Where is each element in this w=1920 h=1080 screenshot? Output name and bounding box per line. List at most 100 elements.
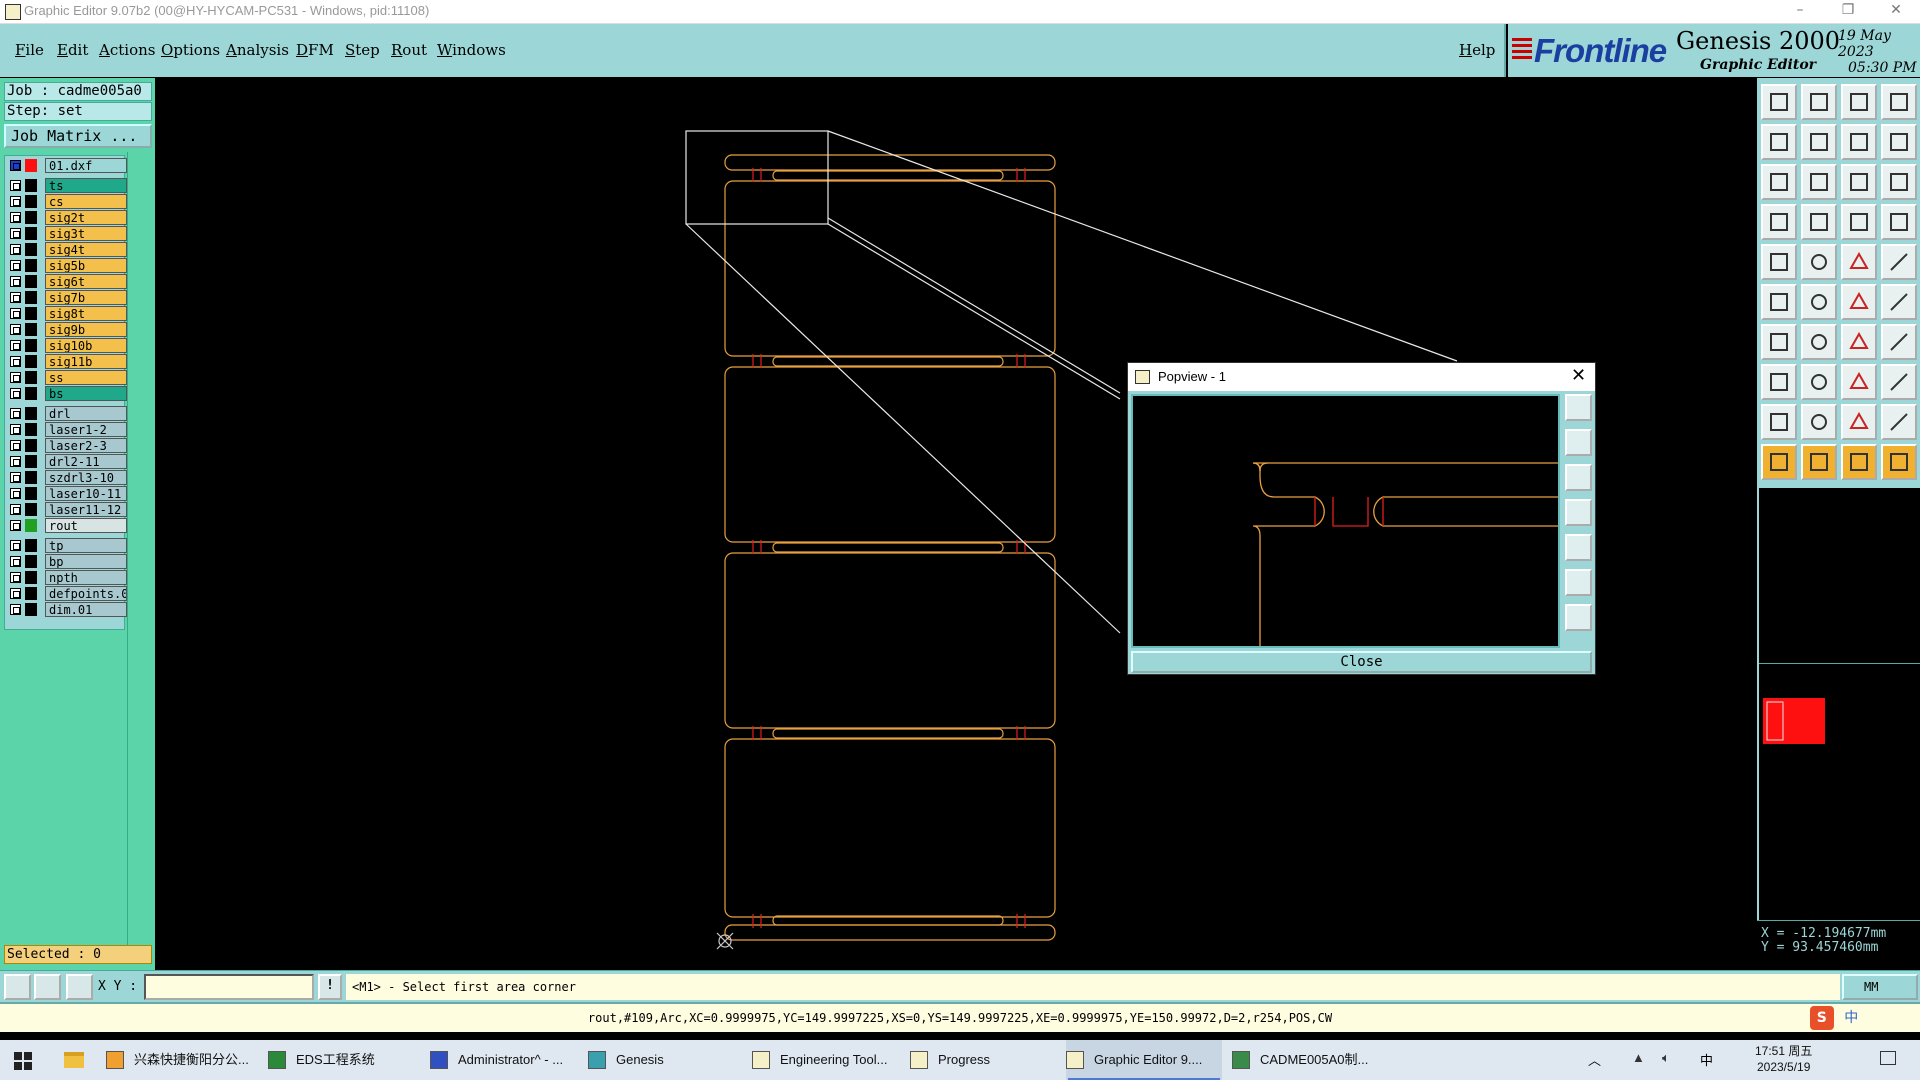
- layer-name[interactable]: sig5b: [45, 258, 127, 273]
- layer-row[interactable]: laser2-3: [7, 438, 127, 453]
- layer-edit-icon[interactable]: [1881, 204, 1917, 240]
- layer-checkbox[interactable]: [10, 472, 21, 483]
- layer-checkbox[interactable]: [10, 340, 21, 351]
- layer-row[interactable]: sig5b: [7, 258, 127, 273]
- layer-name[interactable]: sig8t: [45, 306, 127, 321]
- layer-color-swatch[interactable]: [25, 503, 37, 516]
- tray-lang-indicator[interactable]: 中: [1700, 1050, 1713, 1069]
- layer-name[interactable]: cs: [45, 194, 127, 209]
- line-icon[interactable]: [1801, 244, 1837, 280]
- popview-close-icon[interactable]: ✕: [1571, 365, 1586, 386]
- add-pad-icon[interactable]: [1761, 364, 1797, 400]
- layer-name[interactable]: sig4t: [45, 242, 127, 257]
- restore-button[interactable]: ❐: [1828, 2, 1868, 22]
- layer-color-swatch[interactable]: [25, 307, 37, 320]
- layer-color-swatch[interactable]: [25, 587, 37, 600]
- layer-checkbox[interactable]: [10, 292, 21, 303]
- layer-name[interactable]: tp: [45, 538, 127, 553]
- popview-pan-right-icon[interactable]: [1565, 534, 1592, 561]
- menu-help[interactable]: Help: [1459, 41, 1495, 59]
- layer-name[interactable]: sig6t: [45, 274, 127, 289]
- home-icon[interactable]: [1841, 84, 1877, 120]
- layer-row[interactable]: bs: [7, 386, 127, 401]
- layer-row[interactable]: cs: [7, 194, 127, 209]
- layer-name[interactable]: defpoints.01: [45, 586, 127, 601]
- layer-checkbox[interactable]: [10, 504, 21, 515]
- layer-row[interactable]: 01.dxf: [7, 158, 127, 173]
- layer-row[interactable]: laser11-12: [7, 502, 127, 517]
- menu-options[interactable]: Options: [161, 41, 220, 59]
- save-icon[interactable]: [1801, 84, 1837, 120]
- layer-color-swatch[interactable]: [25, 407, 37, 420]
- layer-checkbox[interactable]: [10, 324, 21, 335]
- arc2-icon[interactable]: [1881, 284, 1917, 320]
- draw-line-icon[interactable]: [1761, 324, 1797, 360]
- layer-color-swatch[interactable]: [25, 455, 37, 468]
- layer-name[interactable]: drl: [45, 406, 127, 421]
- popview-canvas[interactable]: [1131, 394, 1560, 648]
- layer-color-swatch[interactable]: [25, 179, 37, 192]
- undo-icon[interactable]: [1761, 124, 1797, 160]
- units-dropdown[interactable]: MM: [1842, 974, 1918, 1000]
- layer-stack-icon[interactable]: [1841, 204, 1877, 240]
- layer-row[interactable]: ts: [7, 178, 127, 193]
- tray-up-arrow-icon[interactable]: ︿: [1588, 1050, 1601, 1069]
- layer-row[interactable]: ss: [7, 370, 127, 385]
- layer-row[interactable]: bp: [7, 554, 127, 569]
- arc-icon[interactable]: [1841, 284, 1877, 320]
- layer-name[interactable]: dim.01: [45, 602, 127, 617]
- layer-color-swatch[interactable]: [25, 519, 37, 532]
- popview-pan-left-icon[interactable]: [1565, 499, 1592, 526]
- layer-row[interactable]: sig2t: [7, 210, 127, 225]
- layer-color-swatch[interactable]: [25, 243, 37, 256]
- polygon-icon[interactable]: [1801, 404, 1837, 440]
- grid-mode-icon[interactable]: [66, 974, 93, 1000]
- layer-checkbox[interactable]: [10, 556, 21, 567]
- layer-name[interactable]: drl2-11: [45, 454, 127, 469]
- layer-color-swatch[interactable]: [25, 211, 37, 224]
- layer-name[interactable]: laser10-11: [45, 486, 127, 501]
- layer-checkbox[interactable]: [10, 588, 21, 599]
- layer-checkbox[interactable]: [10, 540, 21, 551]
- layer-row[interactable]: npth: [7, 570, 127, 585]
- layer-row[interactable]: sig3t: [7, 226, 127, 241]
- menu-analysis[interactable]: Analysis: [226, 41, 289, 59]
- layer-name[interactable]: sig3t: [45, 226, 127, 241]
- layer-name[interactable]: szdrl3-10: [45, 470, 127, 485]
- layer-checkbox[interactable]: [10, 572, 21, 583]
- notification-icon[interactable]: [1880, 1051, 1896, 1065]
- shapes-icon[interactable]: [1881, 364, 1917, 400]
- redo-icon[interactable]: [1801, 124, 1837, 160]
- layer-name[interactable]: rout: [45, 518, 127, 533]
- layer-row[interactable]: sig10b: [7, 338, 127, 353]
- layer-color-swatch[interactable]: [25, 487, 37, 500]
- layer-name[interactable]: bp: [45, 554, 127, 569]
- zoom-center-icon[interactable]: [1801, 164, 1837, 200]
- draw-slash-icon[interactable]: [1801, 324, 1837, 360]
- menu-step[interactable]: Step: [345, 41, 380, 59]
- windows-start-icon[interactable]: [14, 1052, 32, 1070]
- ruler-icon[interactable]: [1841, 244, 1877, 280]
- text-icon[interactable]: [1841, 404, 1877, 440]
- layer-checkbox[interactable]: [10, 308, 21, 319]
- layer-name[interactable]: 01.dxf: [45, 158, 127, 173]
- layout-icon[interactable]: [1881, 84, 1917, 120]
- taskbar-item[interactable]: Genesis: [588, 1040, 738, 1080]
- minus-icon[interactable]: [1801, 364, 1837, 400]
- layer-name[interactable]: laser11-12: [45, 502, 127, 517]
- popview-zoom-out-icon[interactable]: [1565, 604, 1592, 631]
- ime-toolbar[interactable]: S 中: [1740, 1004, 1920, 1032]
- layer-color-swatch[interactable]: [25, 603, 37, 616]
- layer-name[interactable]: sig11b: [45, 354, 127, 369]
- layer-color-swatch[interactable]: [25, 323, 37, 336]
- taskbar-item[interactable]: Administrator^ - ...: [430, 1040, 580, 1080]
- menu-windows[interactable]: Windows: [437, 41, 506, 59]
- layer-name[interactable]: sig9b: [45, 322, 127, 337]
- job-matrix-button[interactable]: Job Matrix ...: [4, 124, 152, 148]
- layer-name[interactable]: ts: [45, 178, 127, 193]
- layer-checkbox[interactable]: [10, 424, 21, 435]
- select-circle-icon[interactable]: [1841, 444, 1877, 480]
- taskbar-item[interactable]: 兴森快捷衡阳分公...: [106, 1040, 256, 1080]
- measure-icon[interactable]: [1801, 204, 1837, 240]
- menu-file[interactable]: File: [15, 41, 44, 59]
